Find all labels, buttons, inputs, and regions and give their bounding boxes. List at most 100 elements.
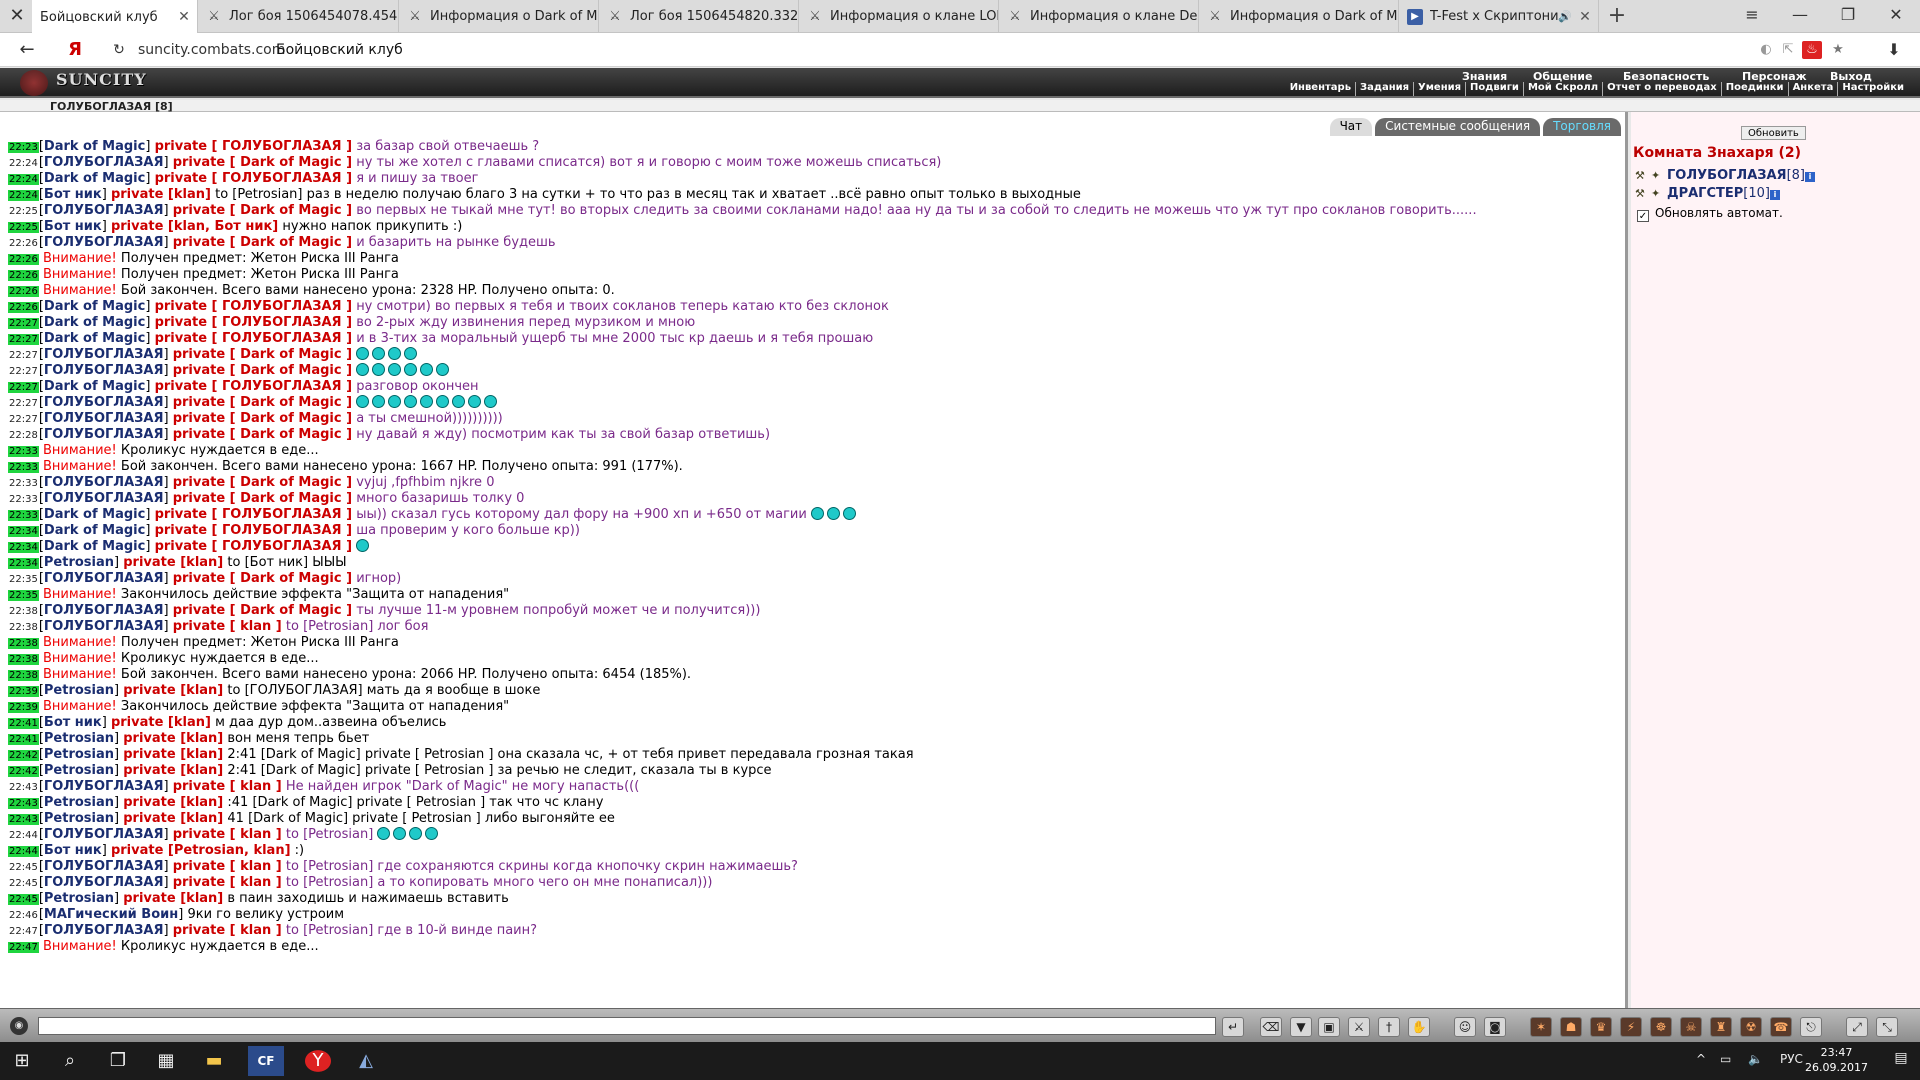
exit-icon[interactable]: ⎋ [1800, 1017, 1822, 1037]
menu-feats[interactable]: Подвиги [1465, 82, 1523, 96]
sender-nick[interactable]: Dark of Magic [44, 139, 145, 154]
timestamp[interactable]: 22:45 [8, 862, 39, 873]
timestamp[interactable]: 22:35 [8, 574, 39, 585]
timestamp[interactable]: 22:27 [8, 398, 39, 409]
private-recipients[interactable]: private [ klan ] [173, 619, 282, 634]
user-name[interactable]: ГОЛУБОГЛАЗАЯ [1667, 168, 1787, 183]
send-icon[interactable]: ↵ [1222, 1017, 1244, 1037]
private-recipients[interactable]: private [ klan ] [173, 779, 282, 794]
sword-icon[interactable]: † [1378, 1017, 1400, 1037]
browser-menu-icon[interactable]: ✕ [6, 6, 28, 26]
timestamp[interactable]: 22:39 [8, 702, 39, 713]
sender-nick[interactable]: Dark of Magic [44, 315, 145, 330]
windows-start-icon[interactable]: ⊞ [4, 1046, 40, 1076]
sender-nick[interactable]: ГОЛУБОГЛАЗАЯ [44, 203, 164, 218]
minimize-button[interactable]: — [1776, 0, 1824, 30]
hand-icon[interactable]: ✋ [1408, 1017, 1430, 1037]
timestamp[interactable]: 22:33 [8, 446, 39, 457]
sender-nick[interactable]: МАГический Воин [44, 907, 178, 922]
private-recipients[interactable]: private [ Dark of Magic ] [173, 491, 352, 506]
search-icon[interactable]: ⌕ [52, 1046, 88, 1076]
menu-character[interactable]: Персонаж [1742, 70, 1807, 83]
sender-nick[interactable]: ГОЛУБОГЛАЗАЯ [44, 923, 164, 938]
protect-icon[interactable]: ◐ [1756, 41, 1776, 59]
private-recipients[interactable]: private [klan, Бот ник] [111, 219, 278, 234]
sender-nick[interactable]: ГОЛУБОГЛАЗАЯ [44, 875, 164, 890]
private-recipients[interactable]: private [ ГОЛУБОГЛАЗАЯ ] [155, 139, 352, 154]
private-recipients[interactable]: private [ ГОЛУБОГЛАЗАЯ ] [155, 507, 352, 522]
timestamp[interactable]: 22:25 [8, 222, 39, 233]
close-icon[interactable]: ✕ [175, 9, 193, 25]
timestamp[interactable]: 22:27 [8, 334, 39, 345]
private-recipients[interactable]: private [ Dark of Magic ] [173, 203, 352, 218]
private-recipients[interactable]: private [ ГОЛУБОГЛАЗАЯ ] [155, 523, 352, 538]
menu-duels[interactable]: Поединки [1720, 82, 1788, 96]
magic-icon-4[interactable]: ⚡ [1620, 1017, 1642, 1037]
reload-icon[interactable]: ↻ [106, 38, 132, 62]
paint-icon[interactable]: ◭ [348, 1046, 384, 1076]
menu-inventory[interactable]: Инвентарь [1286, 82, 1355, 96]
sender-nick[interactable]: Petrosian [44, 795, 114, 810]
menu-transfer-report[interactable]: Отчет о переводах [1602, 82, 1721, 96]
fight-icon[interactable]: ⚔ [1348, 1017, 1370, 1037]
timestamp[interactable]: 22:41 [8, 718, 39, 729]
eraser-icon[interactable]: ⌫ [1260, 1017, 1282, 1037]
tab-t-fest[interactable]: ▶ T-Fest x Скриптонит 🔊 ✕ [1399, 0, 1599, 33]
private-recipients[interactable]: private [klan] [123, 555, 223, 570]
private-recipients[interactable]: private [klan] [123, 747, 223, 762]
private-recipients[interactable]: private [ ГОЛУБОГЛАЗАЯ ] [155, 379, 352, 394]
combats-app-icon[interactable]: CF [248, 1046, 284, 1076]
private-recipients[interactable]: private [ Dark of Magic ] [173, 395, 352, 410]
timestamp[interactable]: 22:38 [8, 606, 39, 617]
private-recipients[interactable]: private [klan] [123, 731, 223, 746]
tab-system-messages[interactable]: Системные сообщения [1375, 118, 1541, 136]
chat-input[interactable] [38, 1017, 1216, 1035]
save-log-icon[interactable]: ▣ [1318, 1017, 1340, 1037]
sender-nick[interactable]: ГОЛУБОГЛАЗАЯ [44, 395, 164, 410]
info-icon[interactable]: i [1805, 172, 1815, 182]
sender-nick[interactable]: ГОЛУБОГЛАЗАЯ [44, 619, 164, 634]
private-recipients[interactable]: private [ ГОЛУБОГЛАЗАЯ ] [155, 171, 352, 186]
auto-update-option[interactable]: ✓ Обновлять автомат. [1637, 206, 1783, 222]
sender-nick[interactable]: ГОЛУБОГЛАЗАЯ [44, 859, 164, 874]
menu-communication[interactable]: Общение [1533, 70, 1592, 83]
tray-arrow-icon[interactable]: ^ [1696, 1052, 1706, 1066]
private-recipients[interactable]: private [ Dark of Magic ] [173, 363, 352, 378]
menu-settings[interactable]: Настройки [1837, 82, 1908, 96]
timestamp[interactable]: 22:26 [8, 286, 39, 297]
sender-nick[interactable]: ГОЛУБОГЛАЗАЯ [44, 603, 164, 618]
private-recipients[interactable]: private [ klan ] [173, 923, 282, 938]
sender-nick[interactable]: Petrosian [44, 747, 114, 762]
yandex-icon[interactable]: Я [62, 38, 88, 62]
private-recipients[interactable]: private [ Dark of Magic ] [173, 571, 352, 586]
timestamp[interactable]: 22:44 [8, 830, 39, 841]
timestamp[interactable]: 22:43 [8, 814, 39, 825]
timestamp[interactable]: 22:23 [8, 142, 39, 153]
sender-nick[interactable]: Petrosian [44, 763, 114, 778]
timestamp[interactable]: 22:34 [8, 542, 39, 553]
menu-knowledge[interactable]: Знания [1462, 70, 1507, 83]
private-recipients[interactable]: private [klan] [123, 795, 223, 810]
menu-my-scroll[interactable]: Мой Скролл [1522, 82, 1602, 96]
timestamp[interactable]: 22:39 [8, 686, 39, 697]
menu-quests[interactable]: Задания [1355, 82, 1413, 96]
private-recipients[interactable]: private [ Dark of Magic ] [173, 235, 352, 250]
timestamp[interactable]: 22:38 [8, 670, 39, 681]
download-icon[interactable]: ⬇ [1884, 41, 1904, 59]
timestamp[interactable]: 22:33 [8, 478, 39, 489]
speaker-icon[interactable]: 🔊 [1558, 10, 1572, 23]
hamburger-menu-icon[interactable]: ≡ [1728, 0, 1776, 30]
timestamp[interactable]: 22:27 [8, 318, 39, 329]
folder-icon[interactable]: ▬ [196, 1046, 232, 1076]
collapse-icon[interactable]: ⤡ [1876, 1017, 1898, 1037]
tab-battle-log-2[interactable]: ⚔ Лог боя 1506454820.33271. [599, 0, 799, 33]
sender-nick[interactable]: ГОЛУБОГЛАЗАЯ [44, 155, 164, 170]
tab-battle-log-1[interactable]: ⚔ Лог боя 1506454078.45403. [198, 0, 399, 33]
language-indicator[interactable]: РУС [1780, 1052, 1803, 1066]
extension-icon[interactable]: ♨ [1802, 41, 1822, 59]
chat-mode-icon[interactable]: ◉ [10, 1017, 28, 1035]
sender-nick[interactable]: ГОЛУБОГЛАЗАЯ [44, 827, 164, 842]
timestamp[interactable]: 22:47 [8, 942, 39, 953]
tab-info-dark-of-magic-2[interactable]: ⚔ Информация о Dark of Mag [1199, 0, 1399, 33]
auto-update-checkbox[interactable]: ✓ [1637, 210, 1649, 222]
